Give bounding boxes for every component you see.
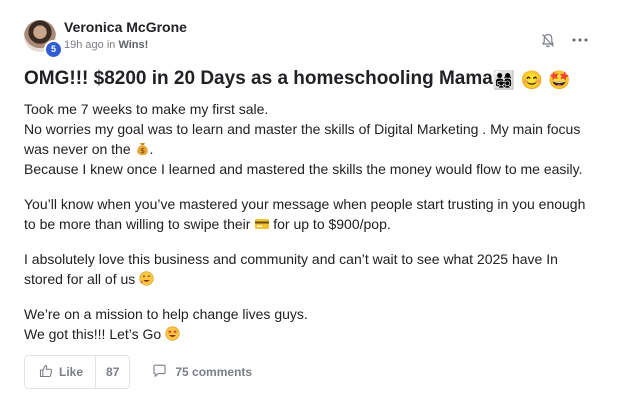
post-header: 5 Veronica McGrone 19h ago in Wins!	[24, 18, 594, 59]
family-emoji: 👨‍👩‍👧‍👦	[492, 70, 516, 90]
smiling-face-emoji: 😊	[520, 70, 543, 90]
credit-card-icon	[254, 216, 270, 231]
comments-label: 75 comments	[175, 365, 253, 379]
smiling-hearts-icon	[139, 271, 154, 286]
post-meta: 19h ago in Wins!	[64, 39, 148, 51]
star-struck-icon	[165, 326, 180, 341]
more-options-icon[interactable]	[572, 32, 588, 48]
like-count[interactable]: 87	[95, 356, 129, 388]
star-struck-emoji: 🤩	[548, 70, 571, 90]
post-title: OMG!!! $8200 in 20 Days as a homeschooli…	[24, 66, 571, 93]
paragraph-2: You’ll know when you’ve mastered your me…	[24, 194, 598, 234]
p1-line-2: No worries my goal was to learn and mast…	[24, 121, 581, 157]
p2-end: for up to $900/pop.	[269, 216, 391, 232]
p4-line-2: We got this!!! Let’s Go	[24, 326, 166, 342]
level-badge: 5	[44, 40, 63, 59]
bell-icon[interactable]	[540, 32, 556, 48]
money-bag-icon: $	[135, 141, 150, 156]
p4-line-1: We’re on a mission to help change lives …	[24, 306, 308, 322]
time-ago: 19h ago in	[64, 39, 116, 51]
paragraph-3: I absolutely love this business and comm…	[24, 249, 598, 289]
category-link[interactable]: Wins!	[118, 39, 148, 51]
like-button[interactable]: Like	[25, 356, 95, 388]
comments-button[interactable]: 75 comments	[152, 364, 252, 381]
p1-line-3: Because I knew once I learned and master…	[24, 161, 583, 177]
header-actions	[540, 32, 588, 48]
thumbs-up-icon	[39, 364, 53, 381]
like-label: Like	[59, 365, 84, 379]
p3-text: I absolutely love this business and comm…	[24, 251, 558, 287]
svg-text:$: $	[140, 147, 145, 155]
post-body: Took me 7 weeks to make my first sale. N…	[24, 99, 598, 359]
post-title-text: OMG!!! $8200 in 20 Days as a homeschooli…	[24, 68, 493, 89]
post-actions: Like 87 75 comments	[24, 355, 252, 389]
p1-line-1: Took me 7 weeks to make my first sale.	[24, 101, 269, 117]
paragraph-1: Took me 7 weeks to make my first sale. N…	[24, 99, 598, 179]
post-card: 5 Veronica McGrone 19h ago in Wins! OMG!…	[0, 0, 618, 400]
comment-icon	[152, 364, 167, 381]
paragraph-4: We’re on a mission to help change lives …	[24, 304, 598, 344]
like-group: Like 87	[24, 355, 131, 389]
p1-line-2-end: .	[149, 141, 154, 157]
author-name[interactable]: Veronica McGrone	[64, 19, 187, 35]
